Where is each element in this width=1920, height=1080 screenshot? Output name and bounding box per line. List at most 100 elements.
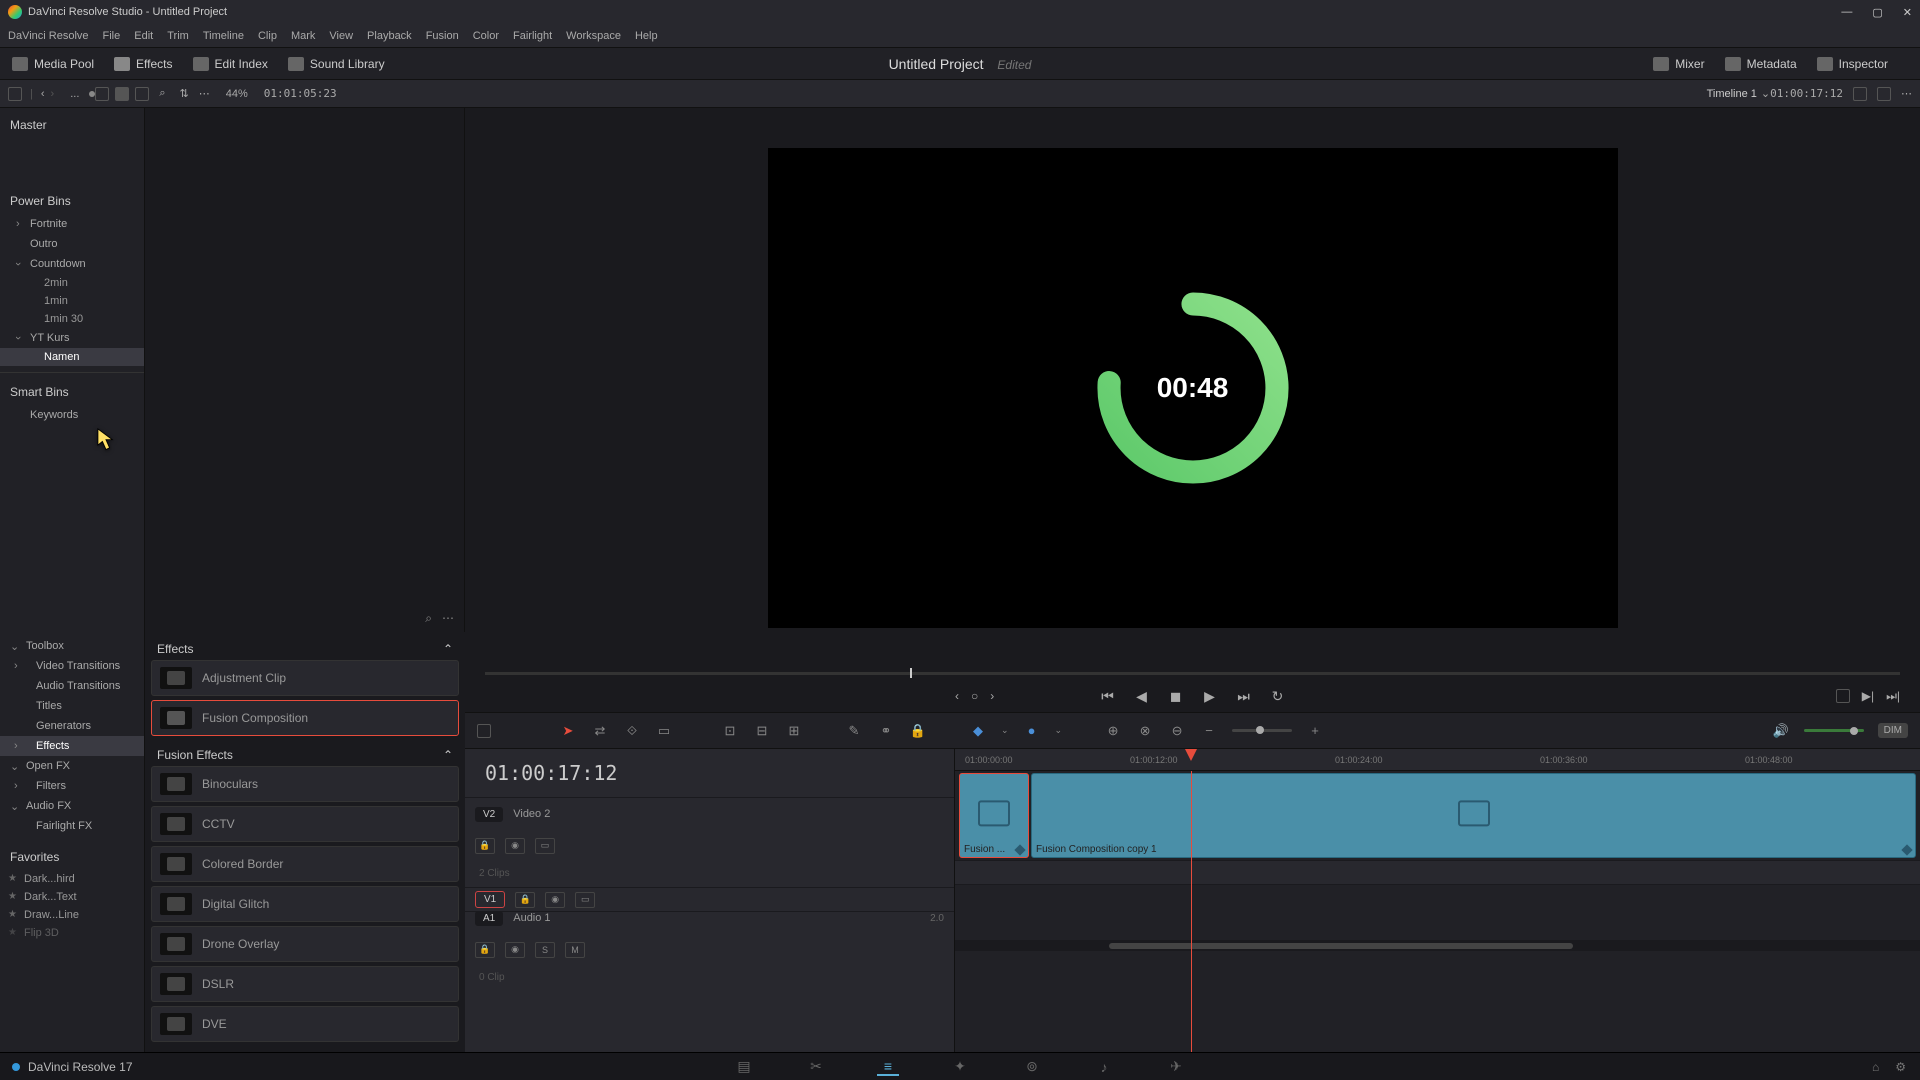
bin-namen[interactable]: Namen (0, 348, 144, 366)
selection-tool-icon[interactable]: ➤ (559, 722, 577, 740)
page-deliver-icon[interactable]: ✈ (1165, 1058, 1187, 1076)
loop-icon[interactable]: ↻ (1270, 688, 1286, 704)
keyframe-icon[interactable] (1901, 844, 1912, 855)
keyframe-icon[interactable] (1014, 844, 1025, 855)
zoom-out-icon[interactable]: − (1200, 722, 1218, 740)
fav-flip3d[interactable]: Flip 3D (0, 924, 144, 942)
dynamic-trim-icon[interactable]: ⟐ (623, 722, 641, 740)
collapse-icon[interactable]: ⌃ (443, 748, 453, 762)
bin-countdown[interactable]: Countdown (0, 254, 144, 274)
link-selection-icon[interactable]: ⊗ (1136, 722, 1154, 740)
zoom-slider[interactable] (1232, 729, 1292, 732)
timeline-view-icon[interactable] (477, 724, 491, 738)
sound-library-toggle[interactable]: Sound Library (288, 57, 385, 71)
playhead-line[interactable] (1191, 771, 1192, 1052)
media-pool-search-icon[interactable]: ⌕ (425, 611, 432, 626)
master-bin[interactable]: Master (0, 112, 144, 138)
smart-bin-keywords[interactable]: Keywords (0, 405, 144, 425)
bin-countdown-1min[interactable]: 1min (0, 292, 144, 310)
menu-view[interactable]: View (329, 30, 353, 42)
page-edit-icon[interactable]: ≡ (877, 1058, 899, 1076)
step-back-icon[interactable]: ◀ (1134, 688, 1150, 704)
path-dots[interactable]: ... (70, 88, 79, 100)
track-header-v2[interactable]: V2 Video 2 🔒 ◉ ▭ 2 Clips (465, 797, 954, 887)
effects-toggle[interactable]: Effects (114, 57, 172, 71)
zoom-in-icon[interactable]: + (1306, 722, 1324, 740)
audiofx-node[interactable]: Audio FX (0, 796, 144, 816)
menu-workspace[interactable]: Workspace (566, 30, 621, 42)
search-icon[interactable]: ⌕ (159, 87, 165, 100)
insert-icon[interactable]: ⊡ (721, 722, 739, 740)
overwrite-icon[interactable]: ⊟ (753, 722, 771, 740)
metadata-toggle[interactable]: Metadata (1725, 57, 1797, 71)
goto-last-icon[interactable]: ⏭| (1886, 689, 1900, 704)
layout-icon[interactable] (8, 87, 22, 101)
menu-file[interactable]: File (103, 30, 121, 42)
window-minimize-icon[interactable]: — (1841, 6, 1852, 19)
viewer-more-icon[interactable]: ⋯ (1901, 87, 1912, 100)
fav-dark-text[interactable]: Dark...Text (0, 888, 144, 906)
effect-cctv[interactable]: CCTV (151, 806, 459, 842)
effect-drone-overlay[interactable]: Drone Overlay (151, 926, 459, 962)
timeline-clip-fusion2[interactable]: Fusion Composition copy 1 (1031, 773, 1916, 858)
blade-tool-icon[interactable]: ▭ (655, 722, 673, 740)
page-cut-icon[interactable]: ✂ (805, 1058, 827, 1076)
v2-enable-icon[interactable]: ◉ (505, 838, 525, 854)
fav-draw-line[interactable]: Draw...Line (0, 906, 144, 924)
timeline-clip-fusion1[interactable]: Fusion ... (959, 773, 1029, 858)
inspector-toggle[interactable]: Inspector (1817, 57, 1888, 71)
playhead-icon[interactable] (1185, 749, 1197, 761)
program-viewer[interactable]: 00:48 (465, 108, 1920, 668)
v1-enable-icon[interactable]: ◉ (545, 892, 565, 908)
fav-dark-third[interactable]: Dark...hird (0, 870, 144, 888)
project-settings-icon[interactable]: ⚙ (1895, 1060, 1906, 1074)
bin-ytkurs[interactable]: YT Kurs (0, 328, 144, 348)
sort-icon[interactable]: ⇅ (180, 87, 189, 100)
timeline-ruler[interactable]: 01:00:00:00 01:00:12:00 01:00:24:00 01:0… (955, 749, 1920, 771)
menu-help[interactable]: Help (635, 30, 658, 42)
generators-node[interactable]: Generators (0, 716, 144, 736)
play-icon[interactable]: ▶ (1202, 688, 1218, 704)
dual-viewer-icon[interactable] (1877, 87, 1891, 101)
bin-countdown-1min30[interactable]: 1min 30 (0, 310, 144, 328)
collapse-icon[interactable]: ⌃ (443, 642, 453, 656)
position-lock-icon[interactable]: ⊖ (1168, 722, 1186, 740)
timeline-hscrollbar[interactable] (955, 941, 1920, 951)
video-transitions-node[interactable]: Video Transitions (0, 656, 144, 676)
dim-button[interactable]: DIM (1878, 723, 1908, 738)
a1-solo-icon[interactable]: S (535, 942, 555, 958)
v2-tag[interactable]: V2 (475, 807, 503, 822)
timeline-track-v1[interactable] (955, 861, 1920, 885)
page-media-icon[interactable]: ▤ (733, 1058, 755, 1076)
fairlightfx-node[interactable]: Fairlight FX (0, 816, 144, 836)
replace-icon[interactable]: ⊞ (785, 722, 803, 740)
in-out-icon[interactable] (1836, 689, 1850, 703)
edit-index-toggle[interactable]: Edit Index (193, 57, 268, 71)
effect-dslr[interactable]: DSLR (151, 966, 459, 1002)
effects-node[interactable]: Effects (0, 736, 144, 756)
menu-fusion[interactable]: Fusion (426, 30, 459, 42)
page-fusion-icon[interactable]: ✦ (949, 1058, 971, 1076)
match-frame-icon[interactable]: ‹ (955, 689, 959, 703)
marker-chevron-icon[interactable]: ⌄ (1055, 725, 1063, 736)
next-marker-icon[interactable]: › (990, 689, 994, 703)
view-thumb-icon[interactable] (115, 87, 129, 101)
effect-colored-border[interactable]: Colored Border (151, 846, 459, 882)
menu-playback[interactable]: Playback (367, 30, 412, 42)
marker-blue-icon[interactable]: ● (1023, 722, 1041, 740)
effect-dve[interactable]: DVE (151, 1006, 459, 1042)
link-icon[interactable]: ⚭ (877, 722, 895, 740)
lock-icon[interactable]: 🔒 (909, 722, 927, 740)
goto-start-icon[interactable]: ⏮ (1100, 688, 1116, 704)
media-pool-toggle[interactable]: Media Pool (12, 57, 94, 71)
viewer-scrubber[interactable] (485, 668, 1900, 680)
a1-tag[interactable]: A1 (475, 911, 503, 926)
bin-countdown-2min[interactable]: 2min (0, 274, 144, 292)
timeline-track-v2[interactable]: Fusion ... Fusion Composition copy 1 (955, 771, 1920, 861)
bin-outro[interactable]: Outro (0, 234, 144, 254)
v2-lock-icon[interactable]: 🔒 (475, 838, 495, 854)
snap-icon[interactable]: ⊕ (1104, 722, 1122, 740)
timeline-chevron-icon[interactable]: ⌄ (1761, 87, 1770, 100)
razor-icon[interactable]: ✎ (845, 722, 863, 740)
effect-adjustment-clip[interactable]: Adjustment Clip (151, 660, 459, 696)
